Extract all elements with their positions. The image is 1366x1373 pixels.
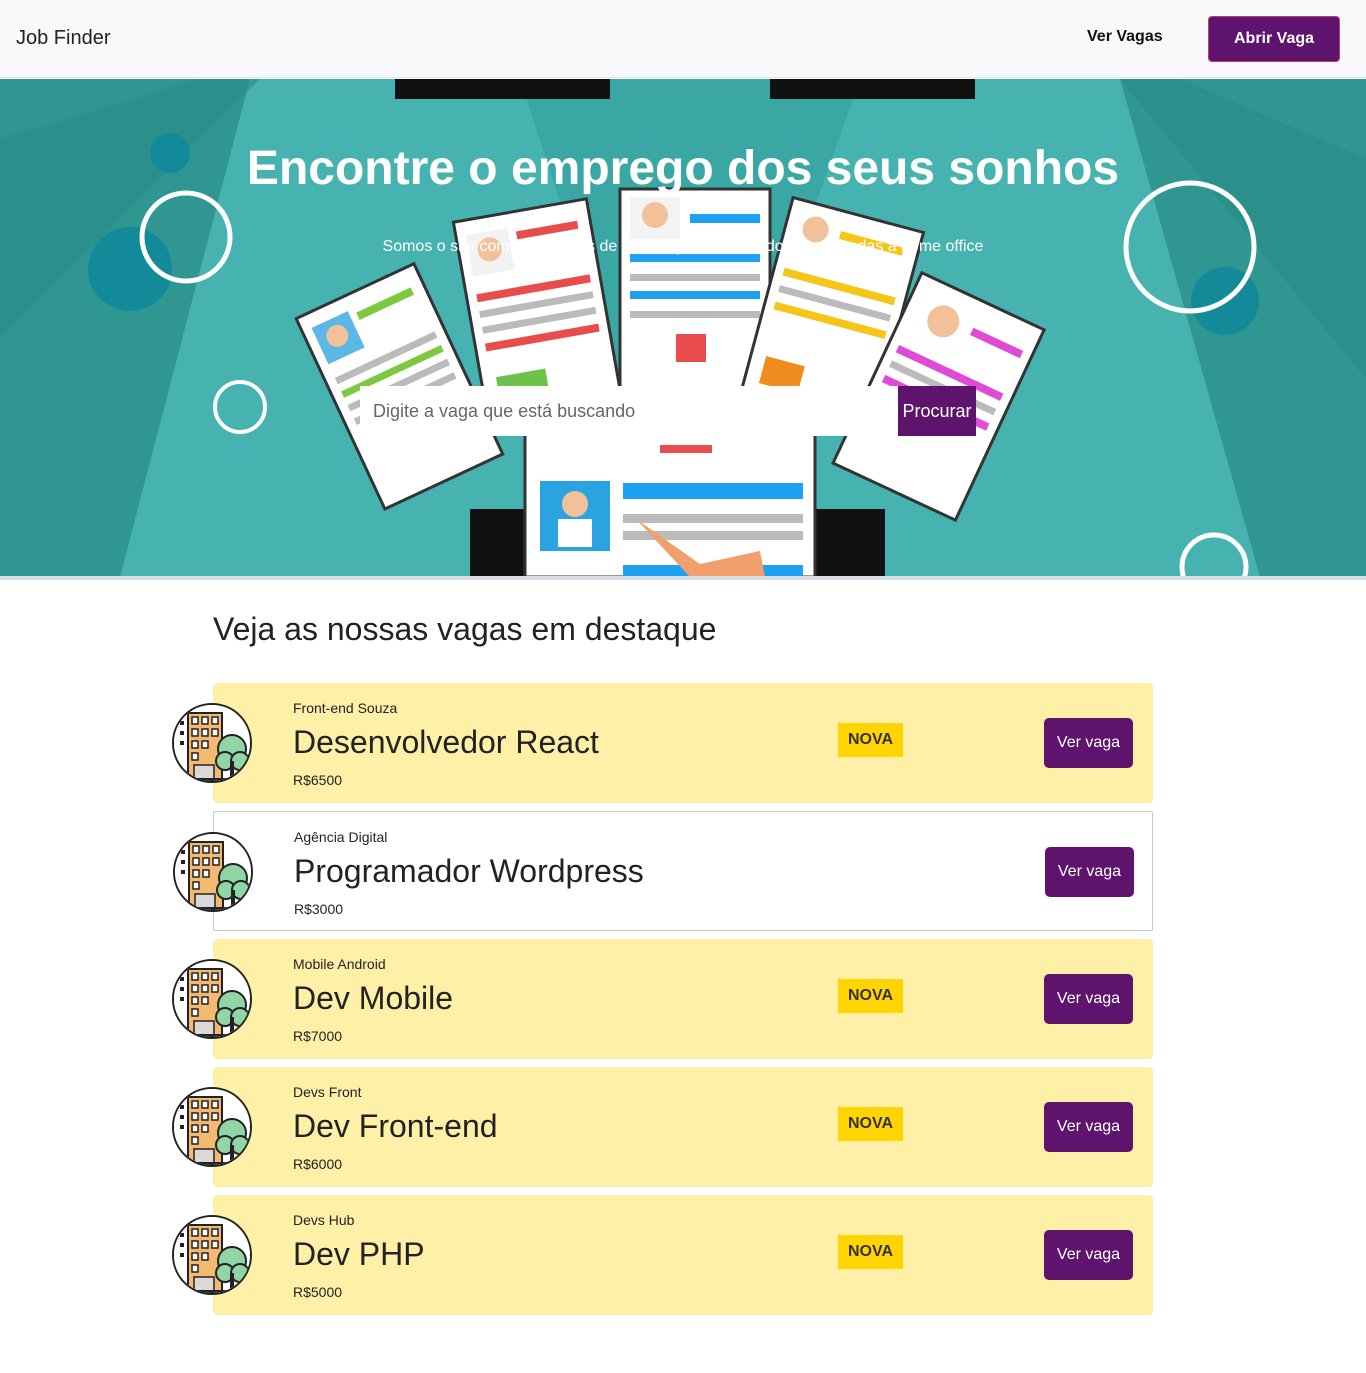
job-company: Agência Digital [294,829,388,845]
hero-subtitle: Somos o site com mais vagas de tecnologi… [382,238,984,255]
job-card-2: Agência Digital Programador Wordpress R$… [173,811,1153,931]
new-badge: NOVA [838,979,903,1013]
job-salary: R$3000 [294,901,344,917]
job-company: Front-end Souza [293,700,398,716]
ver-vaga-button[interactable]: Ver vaga [1044,1230,1133,1280]
ver-vaga-button[interactable]: Ver vaga [1044,1102,1133,1152]
nav-link-ver-vagas[interactable]: Ver Vagas [1087,28,1163,46]
new-badge: NOVA [838,723,903,757]
job-salary: R$6000 [293,1156,343,1172]
new-badge: NOVA [838,1235,903,1269]
hero-title: Encontre o emprego dos seus sonhos [246,142,1120,195]
brand-logo[interactable]: Job Finder [16,27,111,50]
job-company: Devs Front [293,1084,362,1100]
job-salary: R$7000 [293,1028,343,1044]
company-building-icon [172,959,252,1039]
search-input[interactable] [360,386,898,436]
company-building-icon [172,703,252,783]
search-form: Procurar [360,386,976,436]
job-title: Desenvolvedor React [293,724,599,760]
job-card-1: Front-end Souza Desenvolvedor React R$65… [172,683,1153,803]
company-building-icon [173,832,253,912]
job-title: Dev Mobile [293,980,454,1016]
job-company: Mobile Android [293,956,386,972]
search-button[interactable]: Procurar [898,386,976,436]
abrir-vaga-button[interactable]: Abrir Vaga [1208,16,1340,62]
ver-vaga-button[interactable]: Ver vaga [1044,974,1133,1024]
job-salary: R$6500 [293,772,343,788]
company-building-icon [172,1215,252,1295]
company-building-icon [172,1087,252,1167]
ver-vaga-button[interactable]: Ver vaga [1044,718,1133,768]
navbar: Job Finder Ver Vagas Abrir Vaga [0,0,1366,78]
job-card-5: Devs Hub Dev PHP R$5000 NOVA Ver vaga [172,1195,1153,1315]
hero-banner: Encontre o emprego dos seus sonhos Somos… [0,79,1366,577]
job-salary: R$5000 [293,1284,343,1300]
section-title: Veja as nossas vagas em destaque [213,611,717,647]
new-badge: NOVA [838,1107,903,1141]
job-company: Devs Hub [293,1212,355,1228]
job-title: Dev Front-end [293,1108,498,1144]
job-title: Dev PHP [293,1236,425,1272]
job-title: Programador Wordpress [294,853,644,889]
hero-divider [0,576,1366,580]
job-card-3: Mobile Android Dev Mobile R$7000 NOVA Ve… [172,939,1153,1059]
ver-vaga-button[interactable]: Ver vaga [1045,847,1134,897]
job-card-4: Devs Front Dev Front-end R$6000 NOVA Ver… [172,1067,1153,1187]
